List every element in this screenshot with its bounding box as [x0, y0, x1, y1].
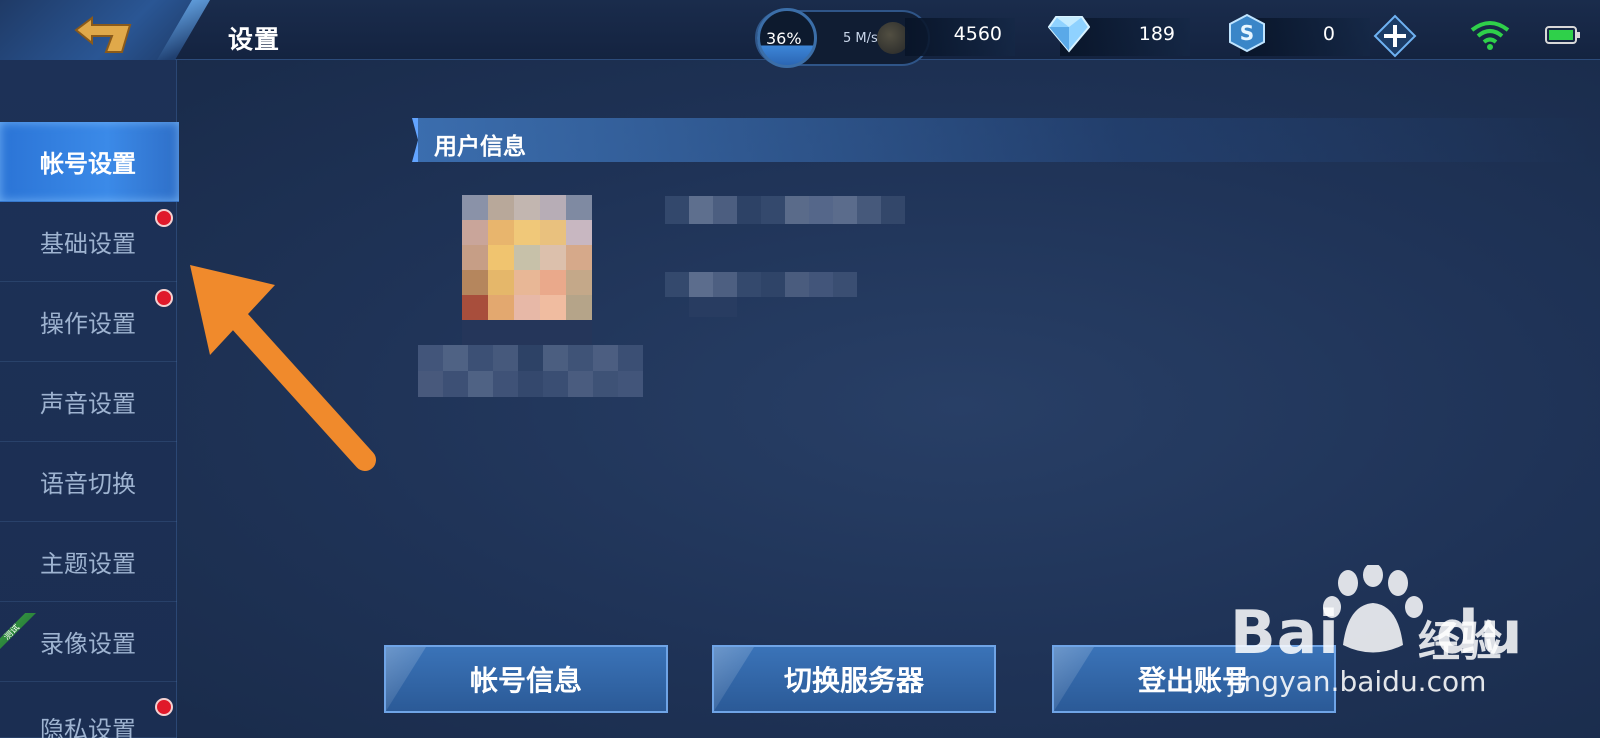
sidebar-item-label: 基础设置 [40, 230, 136, 258]
notification-badge [155, 289, 173, 307]
download-percent: 36% [766, 29, 802, 48]
gold-value: 4560 [953, 23, 1002, 45]
notification-badge [155, 698, 173, 716]
sidebar-item-label: 帐号设置 [40, 150, 136, 178]
diamond-value: 189 [1138, 23, 1175, 45]
svg-text:S: S [1240, 21, 1254, 45]
coupon-icon: S [1229, 13, 1265, 53]
sidebar-item-privacy[interactable]: 隐私设置 [0, 682, 177, 738]
sidebar-item-basic[interactable]: 基础设置 [0, 202, 177, 282]
back-arrow-icon[interactable] [70, 12, 140, 56]
button-label: 帐号信息 [469, 664, 582, 697]
watermark-product-text: 经验 [1418, 617, 1503, 666]
notification-badge [155, 209, 173, 227]
avatar [462, 195, 592, 345]
section-title: 用户信息 [434, 134, 526, 160]
sidebar-item-label: 主题设置 [40, 550, 136, 578]
sidebar-item-sound[interactable]: 声音设置 [0, 362, 177, 442]
paw-logo-icon [1323, 565, 1423, 653]
sidebar-item-account[interactable]: 帐号设置 [0, 122, 179, 202]
sidebar-item-label: 语音切换 [40, 470, 136, 498]
coupon-value: 0 [1322, 23, 1335, 45]
switch-server-button[interactable]: 切换服务器 [712, 645, 996, 713]
add-currency-button[interactable] [1373, 14, 1417, 58]
section-header-bar [412, 118, 1592, 162]
diamond-icon [1048, 16, 1090, 53]
watermark-url: jingyan.baidu.com [1228, 665, 1487, 698]
sidebar-item-controls[interactable]: 操作设置 [0, 282, 177, 362]
account-info-button[interactable]: 帐号信息 [384, 645, 668, 713]
button-label: 切换服务器 [783, 664, 924, 697]
page-title: 设置 [228, 25, 281, 54]
blurred-user-id [665, 272, 865, 322]
sidebar-item-theme[interactable]: 主题设置 [0, 522, 177, 602]
wifi-icon [1470, 21, 1510, 50]
orange-arrow-annotation [190, 265, 376, 471]
sidebar-item-label: 声音设置 [40, 390, 136, 418]
battery-icon [1545, 26, 1580, 44]
blurred-user-rank [418, 345, 643, 397]
blurred-user-name [665, 196, 910, 224]
sidebar-item-voice[interactable]: 语音切换 [0, 442, 177, 522]
download-speed: 5 M/s [843, 31, 878, 46]
sidebar-item-label: 隐私设置 [40, 716, 136, 738]
sidebar-item-label: 操作设置 [40, 310, 136, 338]
sidebar-item-label: 录像设置 [40, 630, 136, 658]
